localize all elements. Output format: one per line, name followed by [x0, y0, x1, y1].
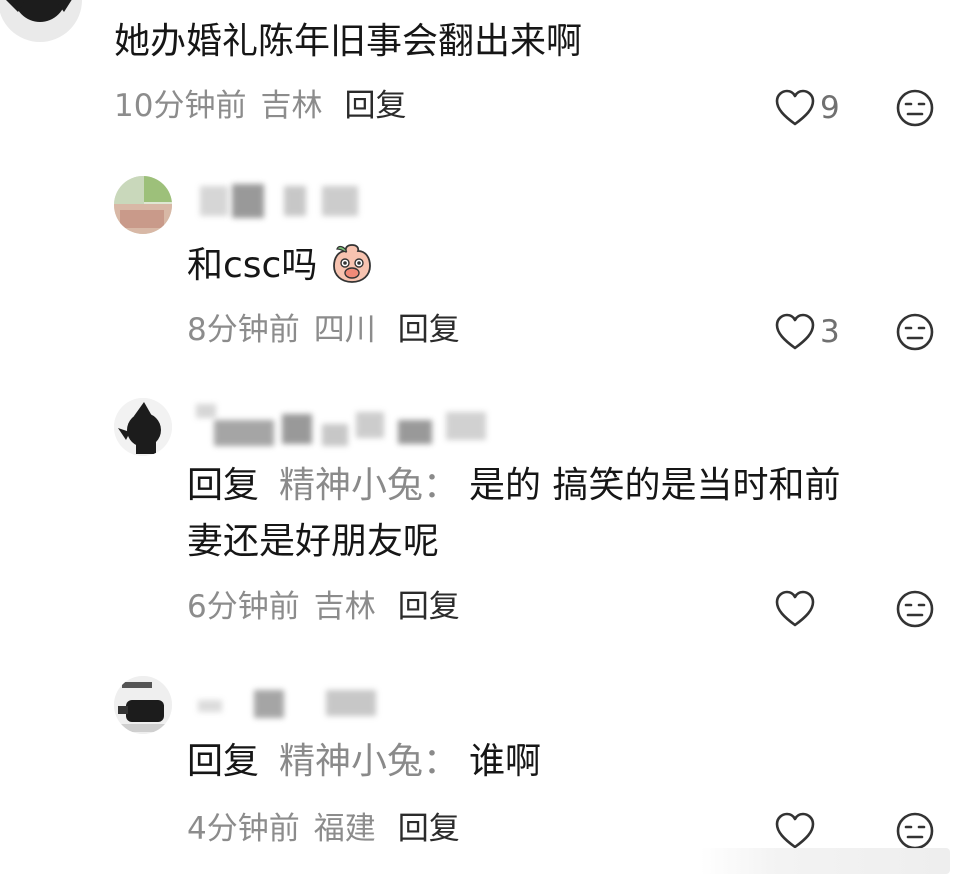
- peach-cover-mouth-emoji: [332, 244, 371, 283]
- like-count: 3: [820, 314, 840, 350]
- avatar-image: [114, 176, 172, 234]
- avatar-image: [6, 0, 72, 22]
- reply-button[interactable]: 回复: [398, 312, 460, 348]
- reply-button[interactable]: 回复: [398, 589, 460, 625]
- comment-text: 和csc吗: [187, 241, 375, 288]
- reply-button[interactable]: 回复: [398, 811, 460, 847]
- avatar[interactable]: [114, 176, 172, 234]
- comment-text-body: 和csc吗: [187, 245, 318, 286]
- comment-time: 6分钟前: [187, 589, 300, 625]
- comment-location: 福建: [313, 811, 376, 847]
- watermark: [700, 848, 950, 874]
- comment-time: 8分钟前: [187, 312, 300, 348]
- neutral-face-icon: [896, 89, 934, 127]
- neutral-face-icon: [896, 590, 934, 628]
- emoji-reaction-button[interactable]: [895, 811, 935, 851]
- comment-location: 吉林: [260, 88, 323, 124]
- comment-time: 10分钟前: [114, 88, 247, 124]
- comment-meta: 10分钟前 吉林 回复: [114, 86, 406, 126]
- mention-link[interactable]: 精神小兔：: [279, 741, 459, 782]
- avatar[interactable]: [114, 398, 172, 456]
- comment-meta: 6分钟前 吉林 回复: [187, 587, 460, 627]
- emoji-reaction-button[interactable]: [895, 312, 935, 352]
- comment-text: 她办婚礼陈年旧事会翻出来啊: [114, 21, 583, 62]
- reply-button[interactable]: 回复: [344, 88, 406, 124]
- avatar[interactable]: [0, 0, 82, 42]
- emoji-reaction-button[interactable]: [895, 589, 935, 629]
- like-button[interactable]: 3: [774, 310, 840, 354]
- comment-text-line2: 妻还是好朋友呢: [187, 521, 440, 562]
- comment-text-body: 是的 搞笑的是当时和前: [469, 465, 841, 506]
- heart-outline-icon: [775, 812, 815, 849]
- comment-meta: 8分钟前 四川 回复: [187, 310, 460, 350]
- reply-prefix: 回复: [187, 741, 260, 782]
- reply-prefix: 回复: [187, 465, 260, 506]
- heart-outline-icon: [775, 89, 815, 126]
- heart-outline-icon: [775, 313, 815, 350]
- comment-text: 回复 精神小兔： 谁啊: [187, 740, 541, 784]
- like-button[interactable]: 9: [774, 86, 840, 130]
- comment-location: 四川: [313, 312, 376, 348]
- neutral-face-icon: [896, 313, 934, 351]
- comment-text-body: 谁啊: [469, 741, 542, 782]
- avatar-image: [114, 676, 172, 734]
- heart-outline-icon: [775, 590, 815, 627]
- emoji-reaction-button[interactable]: [895, 88, 935, 128]
- comment-time: 4分钟前: [187, 811, 300, 847]
- like-button[interactable]: [774, 587, 820, 631]
- like-count: 9: [820, 90, 840, 126]
- like-button[interactable]: [774, 809, 820, 853]
- comment-text: 回复 精神小兔： 是的 搞笑的是当时和前: [187, 464, 840, 508]
- avatar[interactable]: [114, 676, 172, 734]
- mention-link[interactable]: 精神小兔：: [279, 465, 459, 506]
- neutral-face-icon: [896, 812, 934, 850]
- comment-location: 吉林: [313, 589, 376, 625]
- comment-meta: 4分钟前 福建 回复: [187, 809, 460, 849]
- avatar-image: [114, 398, 172, 456]
